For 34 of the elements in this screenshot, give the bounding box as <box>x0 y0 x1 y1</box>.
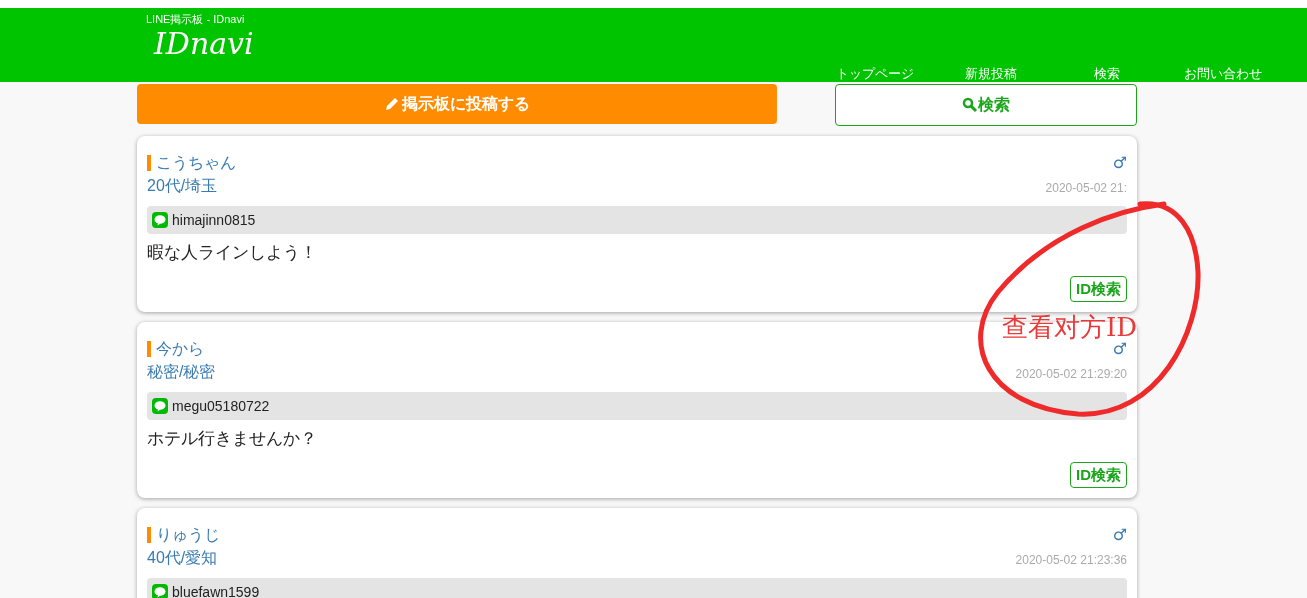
post-time: 2020-05-02 21:23:36 <box>1015 552 1127 569</box>
id-search-button[interactable]: ID検索 <box>1070 462 1127 488</box>
nav-link[interactable]: お問い合わせ <box>1165 66 1281 82</box>
chat-bubble-icon <box>152 584 168 598</box>
poster-profile: 40代/愛知 <box>147 548 219 568</box>
line-id: bluefawn1599 <box>172 582 260 598</box>
poster-name: こうちゃん <box>156 153 236 173</box>
chat-bubble-icon <box>152 398 168 414</box>
poster-name: 今から <box>156 339 204 359</box>
id-search-button[interactable]: ID検索 <box>1070 276 1127 302</box>
nav-link[interactable]: 新規投稿 <box>933 66 1049 82</box>
chat-bubble-icon <box>152 212 168 228</box>
nav-link[interactable]: トップページ <box>817 66 933 82</box>
post-time: 2020-05-02 21:29:20 <box>1015 366 1127 383</box>
gender-symbol: ♂ <box>1112 524 1127 546</box>
gender-symbol: ♂ <box>1112 152 1127 174</box>
search-icon <box>962 97 978 113</box>
post-button[interactable]: 掲示板に投稿する <box>137 84 777 124</box>
post-time: 2020-05-02 21: <box>1045 180 1127 197</box>
pencil-icon <box>384 96 400 112</box>
nav-link[interactable]: 検索 <box>1049 66 1165 82</box>
poster-name: りゅうじ <box>156 525 220 545</box>
site-subtitle: LINE掲示板 - IDnavi <box>146 12 246 26</box>
accent-bar <box>147 341 151 357</box>
accent-bar <box>147 527 151 543</box>
search-button[interactable]: 検索 <box>835 84 1137 126</box>
line-id: megu05180722 <box>172 396 270 416</box>
post-message: 暇な人ラインしよう！ <box>147 242 318 264</box>
accent-bar <box>147 155 151 171</box>
site-logo[interactable]: IDnavi <box>154 26 254 62</box>
poster-profile: 20代/埼玉 <box>147 176 219 196</box>
line-id: himajinn0815 <box>172 210 256 230</box>
post-message: ホテル行きませんか？ <box>147 428 318 450</box>
poster-profile: 秘密/秘密 <box>147 362 216 382</box>
